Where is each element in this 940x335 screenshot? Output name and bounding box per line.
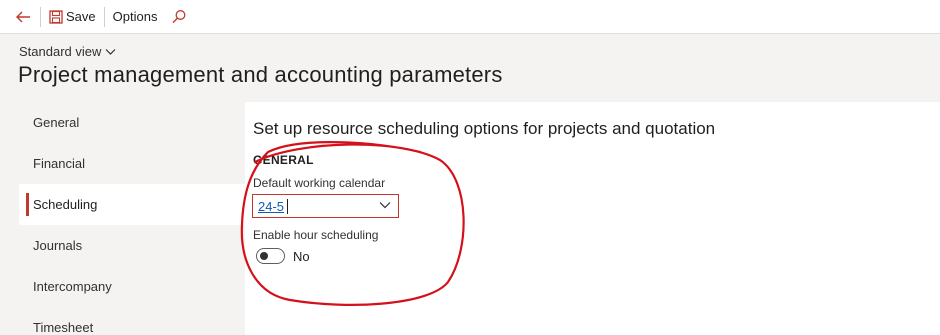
toolbar-divider — [103, 6, 105, 27]
save-icon — [49, 9, 63, 24]
toolbar-divider — [40, 6, 41, 27]
options-button[interactable]: Options — [109, 4, 162, 30]
nav-item-scheduling[interactable]: Scheduling — [19, 184, 245, 225]
page-title: Project management and accounting parame… — [18, 62, 503, 87]
hour-scheduling-field: No — [256, 248, 310, 264]
chevron-down-icon[interactable] — [379, 201, 391, 210]
calendar-label: Default working calendar — [253, 176, 386, 190]
nav-item-label: Timesheet — [33, 320, 94, 335]
nav-item-financial[interactable]: Financial — [19, 143, 245, 184]
nav-item-label: Financial — [33, 156, 86, 171]
search-icon — [172, 9, 186, 23]
group-heading: GENERAL — [253, 153, 314, 167]
back-button[interactable] — [10, 4, 36, 30]
nav-item-intercompany[interactable]: Intercompany — [19, 266, 245, 307]
nav-item-label: General — [33, 115, 80, 130]
action-toolbar: Save Options — [0, 0, 940, 34]
calendar-value: 24-5 — [258, 198, 285, 214]
text-cursor — [287, 199, 288, 214]
toggle-state-text: No — [293, 248, 310, 264]
parameters-nav: General Financial Scheduling Journals In… — [19, 102, 245, 335]
nav-item-journals[interactable]: Journals — [19, 225, 245, 266]
save-button[interactable]: Save — [45, 4, 100, 30]
options-label: Options — [112, 9, 158, 24]
hour-scheduling-label: Enable hour scheduling — [253, 228, 379, 242]
chevron-down-icon — [105, 48, 116, 56]
working-calendar-select[interactable]: 24-5 — [252, 194, 399, 218]
save-label: Save — [66, 9, 96, 24]
section-title: Set up resource scheduling options for p… — [253, 119, 716, 138]
hour-scheduling-toggle[interactable] — [256, 248, 285, 264]
view-selector[interactable]: Standard view — [19, 44, 116, 59]
back-arrow-icon — [16, 11, 30, 22]
search-button[interactable] — [171, 9, 187, 25]
scheduling-panel: Set up resource scheduling options for p… — [245, 102, 940, 335]
nav-item-label: Journals — [33, 238, 83, 253]
toggle-knob — [260, 252, 268, 260]
nav-item-general[interactable]: General — [19, 102, 245, 143]
view-label: Standard view — [19, 44, 102, 59]
nav-item-label: Scheduling — [33, 197, 98, 212]
nav-item-timesheet[interactable]: Timesheet — [19, 307, 245, 335]
nav-item-label: Intercompany — [33, 279, 112, 294]
